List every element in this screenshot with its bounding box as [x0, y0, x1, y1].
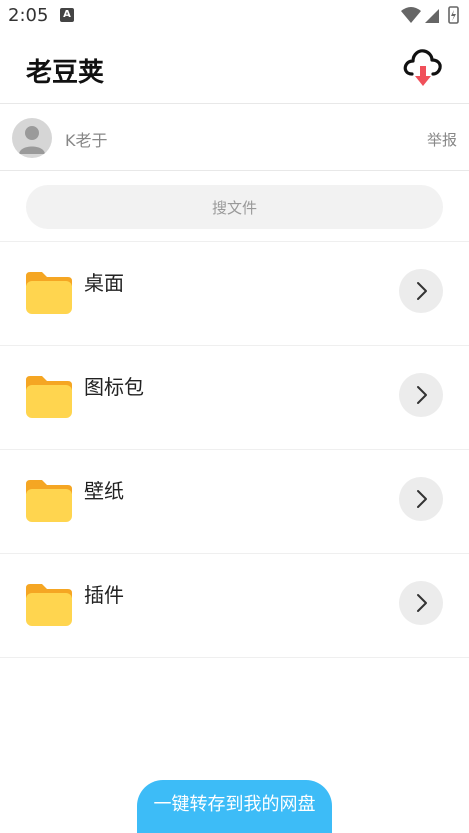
chevron-right-icon — [417, 282, 427, 300]
folder-name: 桌面 — [84, 271, 124, 295]
app-bar: 老豆荚 — [0, 32, 469, 104]
folder-icon — [26, 376, 72, 418]
open-folder-button[interactable] — [399, 373, 443, 417]
folder-name: 插件 — [84, 583, 124, 607]
status-time: 2:05 — [8, 5, 49, 26]
list-item-folder[interactable]: 图标包 — [0, 345, 469, 449]
owner-name: K老于 — [65, 131, 108, 150]
folder-icon — [26, 272, 72, 314]
list-item-folder[interactable]: 壁纸 — [0, 449, 469, 553]
page-title: 老豆荚 — [26, 58, 105, 88]
folder-name: 壁纸 — [84, 479, 124, 503]
open-folder-button[interactable] — [399, 269, 443, 313]
status-bar: 2:05 A — [0, 0, 469, 32]
chevron-right-icon — [417, 386, 427, 404]
list-item-folder[interactable]: 插件 — [0, 553, 469, 657]
folder-name: 图标包 — [84, 375, 144, 399]
status-icons — [401, 6, 459, 24]
list-divider — [0, 657, 469, 658]
search-input[interactable]: 搜文件 — [26, 185, 443, 229]
chevron-right-icon — [417, 594, 427, 612]
search-placeholder: 搜文件 — [211, 199, 257, 217]
save-to-my-drive-button[interactable]: 一键转存到我的网盘 — [137, 780, 332, 833]
open-folder-button[interactable] — [399, 581, 443, 625]
open-folder-button[interactable] — [399, 477, 443, 521]
user-avatar-icon — [19, 126, 45, 154]
cloud-download-icon — [403, 49, 442, 86]
avatar[interactable] — [12, 118, 52, 158]
signal-icon — [425, 9, 439, 23]
file-list: 桌面 图标包 壁纸 插件 — [0, 241, 469, 657]
share-owner-row: K老于 举报 — [0, 104, 469, 171]
report-link[interactable]: 举报 — [427, 129, 457, 150]
wifi-icon — [401, 7, 421, 23]
notification-badge: A — [60, 8, 74, 22]
list-item-folder[interactable]: 桌面 — [0, 241, 469, 345]
folder-icon — [26, 584, 72, 626]
chevron-right-icon — [417, 490, 427, 508]
folder-icon — [26, 480, 72, 522]
cloud-download-button[interactable] — [400, 44, 446, 90]
